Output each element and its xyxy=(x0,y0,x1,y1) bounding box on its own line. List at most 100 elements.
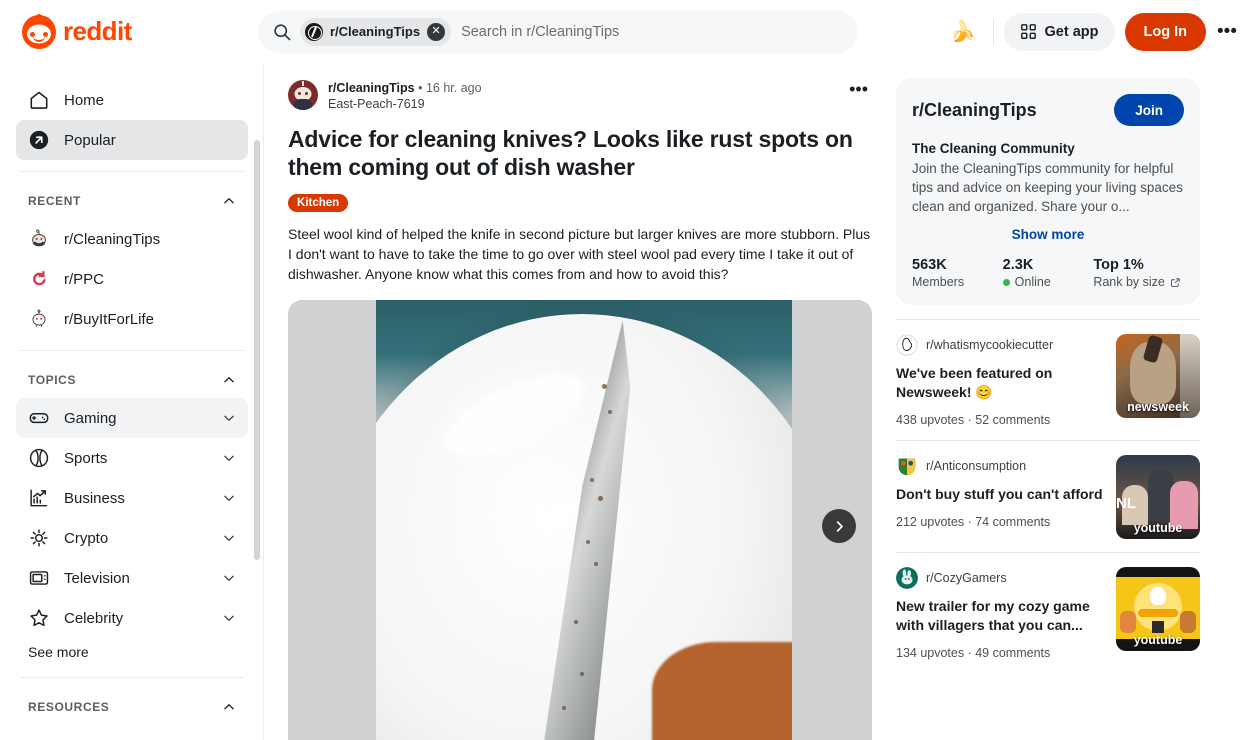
sidebar-divider xyxy=(20,350,244,351)
sidebar-item-crypto[interactable]: Crypto xyxy=(16,518,248,558)
post-title[interactable]: Advice for cleaning knives? Looks like r… xyxy=(288,125,872,181)
list-item[interactable]: r/CozyGamers New trailer for my cozy gam… xyxy=(896,553,1200,673)
main-feed: r/CleaningTips • 16 hr. ago East-Peach-7… xyxy=(264,64,896,740)
chevron-up-icon xyxy=(224,377,234,383)
sidebar-item-r-cleaningtips[interactable]: r/CleaningTips xyxy=(16,219,248,259)
sidebar-item-r-ppc[interactable]: r/PPC xyxy=(16,259,248,299)
sidebar-item-sports[interactable]: Sports xyxy=(16,438,248,478)
sidebar-item-r-buyitforlife[interactable]: r/BuyItForLife xyxy=(16,299,248,339)
sidebar-item-gaming[interactable]: Gaming xyxy=(16,398,248,438)
sidebar-item-popular[interactable]: Popular xyxy=(16,120,248,160)
community-tagline: The Cleaning Community xyxy=(912,141,1075,156)
post-meta: r/CleaningTips • 16 hr. ago East-Peach-7… xyxy=(328,80,482,113)
show-more-button[interactable]: Show more xyxy=(912,227,1184,242)
post-subreddit-link[interactable]: r/CleaningTips xyxy=(328,81,415,95)
ellipsis-icon[interactable]: ••• xyxy=(1210,15,1244,49)
thumbnail-label: youtube xyxy=(1133,521,1183,535)
sidebar-item-celebrity[interactable]: Celebrity xyxy=(16,598,248,638)
sidebar-item-label: r/CleaningTips xyxy=(64,230,161,248)
see-more-button[interactable]: See more xyxy=(16,638,248,666)
search-scope-chip[interactable]: r/CleaningTips ✕ xyxy=(300,17,452,46)
get-app-label: Get app xyxy=(1044,23,1099,40)
stat-label-text: Online xyxy=(1014,275,1051,289)
gallery-next-button[interactable] xyxy=(822,509,856,543)
post-thumbnail[interactable]: youtube xyxy=(1116,567,1200,651)
sidebar-item-business[interactable]: Business xyxy=(16,478,248,518)
sidebar-item-label: Television xyxy=(64,569,130,587)
list-item[interactable]: r/Anticonsumption Don't buy stuff you ca… xyxy=(896,441,1200,553)
sidebar-item-label: r/PPC xyxy=(64,270,105,288)
subreddit-avatar-icon xyxy=(28,268,50,290)
chevron-up-icon xyxy=(224,198,234,204)
post-flair-badge[interactable]: Kitchen xyxy=(288,194,349,212)
post-image-gallery[interactable] xyxy=(288,300,872,740)
sidebar-item-home[interactable]: Home xyxy=(16,80,248,120)
recommendation-subreddit[interactable]: r/whatismycookiecutter xyxy=(896,334,1104,356)
recommendation-subreddit[interactable]: r/Anticonsumption xyxy=(896,455,1104,477)
ellipsis-icon[interactable]: ••• xyxy=(845,80,872,98)
post-author[interactable]: East-Peach-7619 xyxy=(328,96,482,113)
post-thumbnail[interactable]: newsweek xyxy=(1116,334,1200,418)
chevron-up-icon xyxy=(224,704,234,710)
stat-online: 2.3K Online xyxy=(1002,257,1094,289)
community-card: r/CleaningTips Join The Cleaning Communi… xyxy=(896,78,1200,305)
gamepad-icon xyxy=(28,407,50,429)
online-dot-icon xyxy=(1002,278,1010,286)
recommendation-subreddit-name: r/Anticonsumption xyxy=(926,459,1027,473)
sidebar-item-television[interactable]: Television xyxy=(16,558,248,598)
search-bar[interactable]: r/CleaningTips ✕ xyxy=(258,10,858,53)
post-timestamp: 16 hr. ago xyxy=(425,81,482,95)
subreddit-avatar-icon xyxy=(28,308,50,330)
post-thumbnail[interactable]: NL youtube xyxy=(1116,455,1200,539)
chevron-down-icon xyxy=(224,415,234,421)
banana-icon[interactable]: 🍌 xyxy=(943,12,983,52)
section-title: RESOURCES xyxy=(28,700,110,714)
sidebar-section-topics[interactable]: TOPICS xyxy=(16,362,248,398)
reddit-snoo-logo-icon xyxy=(22,13,56,49)
recommendation-content: r/whatismycookiecutter We've been featur… xyxy=(896,334,1104,427)
sidebar-item-label: Sports xyxy=(64,449,108,467)
meta-separator: • xyxy=(418,81,423,95)
popular-arrow-icon xyxy=(28,129,50,151)
search-input[interactable] xyxy=(461,23,850,40)
external-link-icon xyxy=(1170,277,1180,287)
login-button[interactable]: Log In xyxy=(1124,12,1206,51)
recommendation-subreddit-name: r/whatismycookiecutter xyxy=(926,338,1054,352)
sidebar-item-label: Home xyxy=(64,91,105,109)
sidebar-scrollbar-thumb[interactable] xyxy=(254,140,260,560)
community-name[interactable]: r/CleaningTips xyxy=(912,100,1114,121)
get-app-button[interactable]: Get app xyxy=(1003,12,1115,51)
header-actions: 🍌 Get app Log In ••• xyxy=(943,12,1260,52)
recommendation-stats: 212 upvotes · 74 comments xyxy=(896,515,1051,529)
subreddit-avatar-icon[interactable] xyxy=(288,80,318,110)
community-card-header: r/CleaningTips Join xyxy=(912,94,1184,126)
left-sidebar: Home Popular RECENT r/CleaningTips r/PPC… xyxy=(0,64,264,740)
clear-icon[interactable]: ✕ xyxy=(427,22,446,41)
list-item[interactable]: r/whatismycookiecutter We've been featur… xyxy=(896,320,1200,441)
chevron-right-icon xyxy=(836,520,843,532)
qr-code-icon xyxy=(1020,24,1036,39)
stat-value: Top 1% xyxy=(1093,257,1144,273)
sidebar-section-recent[interactable]: RECENT xyxy=(16,183,248,219)
sidebar-scroll-area: Home Popular RECENT r/CleaningTips r/PPC… xyxy=(0,72,263,740)
reddit-home-link[interactable]: reddit xyxy=(22,13,250,49)
recommendation-title: New trailer for my cozy game with villag… xyxy=(896,598,1090,633)
sidebar-section-resources[interactable]: RESOURCES xyxy=(16,689,248,725)
recommendation-content: r/CozyGamers New trailer for my cozy gam… xyxy=(896,567,1104,660)
join-button[interactable]: Join xyxy=(1114,94,1184,126)
recommendation-subreddit[interactable]: r/CozyGamers xyxy=(896,567,1104,589)
subreddit-avatar-icon xyxy=(896,334,918,356)
post-image xyxy=(376,300,792,740)
stat-value: 2.3K xyxy=(1002,257,1034,273)
sidebar-item-label: Popular xyxy=(64,131,116,149)
recommendation-title: We've been featured on Newsweek! 😊 xyxy=(896,365,1053,400)
sidebar-item-label: r/BuyItForLife xyxy=(64,310,155,328)
stat-label-text: Rank by size xyxy=(1093,275,1165,289)
top-header: reddit r/CleaningTips ✕ 🍌 Get app xyxy=(0,0,1260,64)
thumbnail-label: youtube xyxy=(1133,633,1183,647)
recommendation-stats: 438 upvotes · 52 comments xyxy=(896,413,1051,427)
chevron-down-icon xyxy=(224,495,234,501)
stat-label[interactable]: Rank by size xyxy=(1093,275,1184,289)
stat-members: 563K Members xyxy=(912,257,1003,289)
search-icon xyxy=(274,23,291,40)
